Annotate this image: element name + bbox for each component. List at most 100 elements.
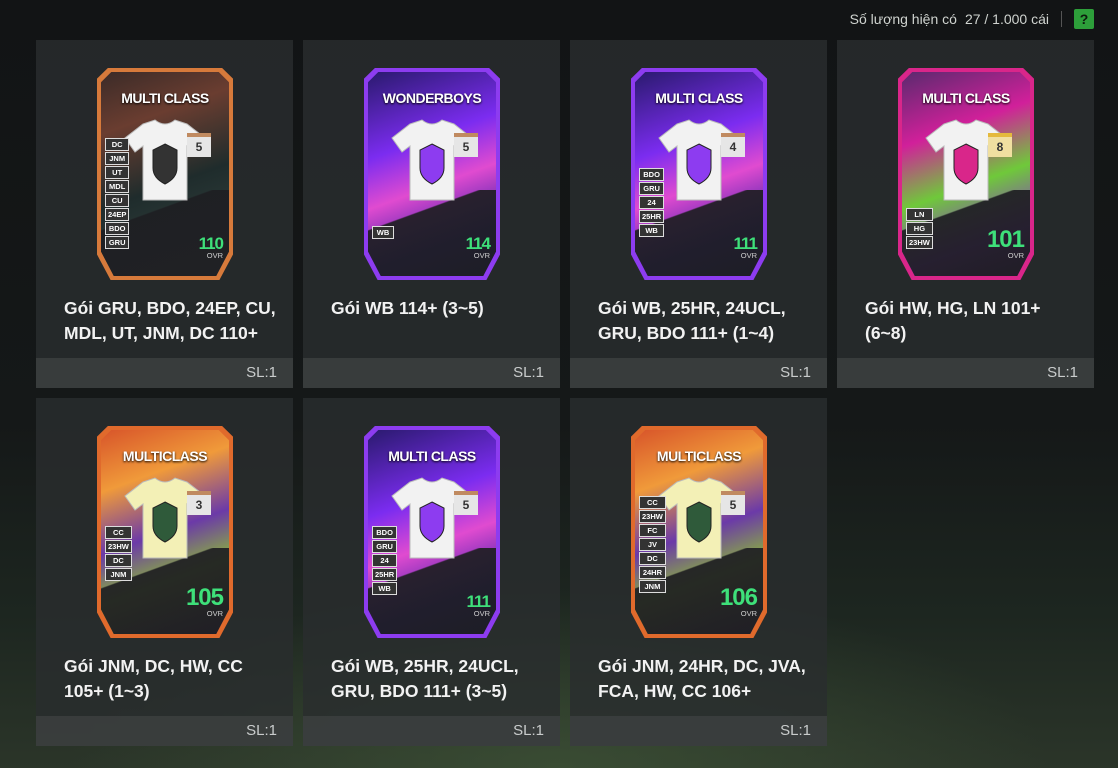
divider xyxy=(1061,11,1062,27)
pack-quantity: SL:1 xyxy=(1047,364,1078,381)
class-badge: JNM xyxy=(105,152,130,165)
quantity-bar: SL:1 xyxy=(36,358,293,388)
class-badge: 25HR xyxy=(639,210,665,223)
class-badge: DC xyxy=(105,138,130,151)
help-icon[interactable]: ? xyxy=(1074,9,1094,29)
pack-tile[interactable]: WONDERBOYS 5 WB 114 OVR Gói WB 114+ (3~5… xyxy=(303,40,560,388)
card-class-title: MULTI CLASS xyxy=(922,90,1010,106)
class-badge: BDO xyxy=(372,526,398,539)
class-badge: BDO xyxy=(639,168,665,181)
pack-tile[interactable]: MULTICLASS 3 CC 23HW DC JNM 105 OVR Gói JNM… xyxy=(36,398,293,746)
pack-quantity: SL:1 xyxy=(246,364,277,381)
class-badge-list: LN HG 23HW xyxy=(906,208,933,249)
class-badge-list: WB xyxy=(372,226,394,239)
class-badge: 24 xyxy=(372,554,398,567)
ovr-rating: 111 OVR xyxy=(734,234,758,260)
pack-quantity: SL:1 xyxy=(780,722,811,739)
class-badge: WB xyxy=(372,226,394,239)
pack-card-image[interactable]: MULTI CLASS 8 LN HG 23HW 101 OVR xyxy=(898,68,1034,280)
class-badge: GRU xyxy=(105,236,130,249)
class-badge: JV xyxy=(639,538,666,551)
pack-name: Gói HW, HG, LN 101+ (6~8) xyxy=(865,298,1041,343)
quantity-bar: SL:1 xyxy=(570,358,827,388)
ovr-value: 106 xyxy=(719,584,758,611)
jersey-icon xyxy=(391,119,473,201)
pack-quantity: SL:1 xyxy=(513,364,544,381)
grade-badge: 5 xyxy=(454,133,478,157)
ovr-value: 105 xyxy=(185,584,224,611)
class-badge: JNM xyxy=(639,580,666,593)
pack-name: Gói GRU, BDO, 24EP, CU, MDL, UT, JNM, DC… xyxy=(64,298,276,343)
pack-card-image[interactable]: MULTICLASS 3 CC 23HW DC JNM 105 OVR xyxy=(97,426,233,638)
ovr-rating: 106 OVR xyxy=(719,584,758,618)
class-badge-list: BDO GRU 24 25HR WB xyxy=(372,526,398,595)
card-class-title: MULTICLASS xyxy=(656,448,742,464)
class-badge: 24 xyxy=(639,196,665,209)
pack-tile[interactable]: MULTI CLASS 4 BDO GRU 24 25HR WB 111 OVR Gói… xyxy=(570,40,827,388)
pack-name: Gói WB, 25HR, 24UCL, GRU, BDO 111+ (1~4) xyxy=(598,298,786,343)
class-badge: CC xyxy=(105,526,132,539)
jersey-icon xyxy=(925,119,1007,201)
class-badge: JNM xyxy=(105,568,132,581)
quantity-bar: SL:1 xyxy=(303,716,560,746)
class-badge: GRU xyxy=(639,182,665,195)
pack-quantity: SL:1 xyxy=(246,722,277,739)
quantity-bar: SL:1 xyxy=(303,358,560,388)
card-class-title: MULTI CLASS xyxy=(121,90,209,106)
class-badge: 24HR xyxy=(639,566,666,579)
card-class-title: MULTICLASS xyxy=(122,448,208,464)
inventory-count-value: 27 / 1.000 cái xyxy=(964,11,1049,27)
ovr-rating: 101 OVR xyxy=(986,226,1025,260)
class-badge: HG xyxy=(906,222,933,235)
pack-card-image[interactable]: MULTICLASS 5 CC 23HW FC JV DC 24HR JNM 106 OVR xyxy=(631,426,767,638)
class-badge-list: CC 23HW FC JV DC 24HR JNM xyxy=(639,496,666,593)
grade-badge: 5 xyxy=(187,133,211,157)
card-class-title: WONDERBOYS xyxy=(382,90,482,106)
pack-tile[interactable]: MULTICLASS 5 CC 23HW FC JV DC 24HR JNM 106 OVR… xyxy=(570,398,827,746)
ovr-rating: 111 OVR xyxy=(467,592,491,618)
grade-badge: 5 xyxy=(454,491,478,515)
inventory-count-bar: Số lượng hiện có 27 / 1.000 cái ? xyxy=(850,8,1094,30)
pack-card-image[interactable]: MULTI CLASS 5 DC JNM UT MDL CU 24EP BDO GRU 110… xyxy=(97,68,233,280)
class-badge: UT xyxy=(105,166,130,179)
class-badge: LN xyxy=(906,208,933,221)
class-badge: CU xyxy=(105,194,130,207)
pack-quantity: SL:1 xyxy=(780,364,811,381)
card-class-title: MULTI CLASS xyxy=(388,448,476,464)
quantity-bar: SL:1 xyxy=(570,716,827,746)
grade-badge: 5 xyxy=(721,491,745,515)
pack-quantity: SL:1 xyxy=(513,722,544,739)
pack-name: Gói JNM, DC, HW, CC 105+ (1~3) xyxy=(64,656,243,701)
grade-badge: 4 xyxy=(721,133,745,157)
class-badge: WB xyxy=(639,224,665,237)
pack-tile[interactable]: MULTI CLASS 5 BDO GRU 24 25HR WB 111 OVR Gói… xyxy=(303,398,560,746)
ovr-rating: 105 OVR xyxy=(185,584,224,618)
class-badge: 23HW xyxy=(105,540,132,553)
jersey-icon xyxy=(391,477,473,559)
jersey-icon xyxy=(658,119,740,201)
class-badge: 24EP xyxy=(105,208,130,221)
class-badge: 23HW xyxy=(639,510,666,523)
class-badge: 25HR xyxy=(372,568,398,581)
pack-card-image[interactable]: MULTI CLASS 4 BDO GRU 24 25HR WB 111 OVR xyxy=(631,68,767,280)
class-badge: MDL xyxy=(105,180,130,193)
pack-card-image[interactable]: MULTI CLASS 5 BDO GRU 24 25HR WB 111 OVR xyxy=(364,426,500,638)
quantity-bar: SL:1 xyxy=(36,716,293,746)
card-class-title: MULTI CLASS xyxy=(655,90,743,106)
class-badge-list: CC 23HW DC JNM xyxy=(105,526,132,581)
quantity-bar: SL:1 xyxy=(837,358,1094,388)
class-badge-list: DC JNM UT MDL CU 24EP BDO GRU xyxy=(105,138,130,249)
ovr-rating: 114 OVR xyxy=(466,234,491,260)
jersey-icon xyxy=(124,119,206,201)
pack-tile[interactable]: MULTI CLASS 8 LN HG 23HW 101 OVR Gói HW, H… xyxy=(837,40,1094,388)
class-badge: GRU xyxy=(372,540,398,553)
pack-name: Gói WB, 25HR, 24UCL, GRU, BDO 111+ (3~5) xyxy=(331,656,519,701)
pack-card-image[interactable]: WONDERBOYS 5 WB 114 OVR xyxy=(364,68,500,280)
ovr-value: 101 xyxy=(986,226,1025,253)
class-badge: DC xyxy=(105,554,132,567)
pack-tile[interactable]: MULTI CLASS 5 DC JNM UT MDL CU 24EP BDO GRU 110… xyxy=(36,40,293,388)
class-badge: 23HW xyxy=(906,236,933,249)
pack-name: Gói WB 114+ (3~5) xyxy=(331,298,484,318)
class-badge-list: BDO GRU 24 25HR WB xyxy=(639,168,665,237)
class-badge: CC xyxy=(639,496,666,509)
